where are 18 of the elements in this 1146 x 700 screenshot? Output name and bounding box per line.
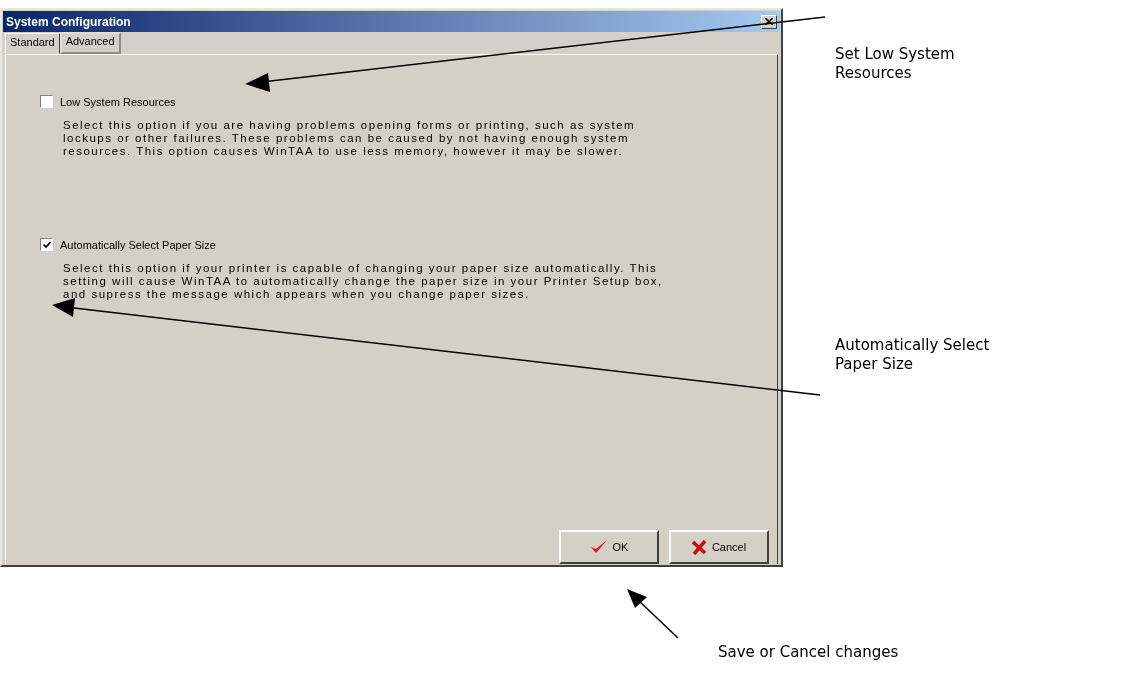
- ok-button[interactable]: OK: [559, 530, 659, 564]
- cancel-button[interactable]: Cancel: [669, 530, 769, 564]
- callout-text: Automatically Select Paper Size: [835, 336, 991, 374]
- tab[interactable]: Standard: [5, 33, 60, 54]
- callout-text: Set Low System Resources: [835, 45, 956, 83]
- option-description: Select this option if you are having problems opening forms or printing, such as system lockups or other failures. These problems can be caused by not having enough system resources. This option causes WinTAA to use less memory, however it may be slower.: [63, 119, 637, 158]
- checkmark-icon: [589, 539, 608, 555]
- checkbox[interactable]: [40, 95, 53, 108]
- option-description: Select this option if your printer is capable of changing your paper size automatically. This setting will cause WinTAA to automatically change the paper size in your Printer Setup box, and supress the message which appears when you change paper sizes.: [63, 262, 664, 301]
- checkbox-label[interactable]: Automatically Select Paper Size: [60, 238, 216, 251]
- cross-icon: [691, 539, 707, 555]
- pointer-arrow: [627, 589, 679, 639]
- window-title: System Configuration: [6, 14, 131, 29]
- checkbox-label[interactable]: Low System Resources: [60, 95, 176, 108]
- tab[interactable]: Advanced: [59, 32, 121, 54]
- close-icon: [765, 18, 773, 25]
- callout-text: Save or Cancel changes: [718, 643, 899, 662]
- checkbox[interactable]: [40, 238, 53, 251]
